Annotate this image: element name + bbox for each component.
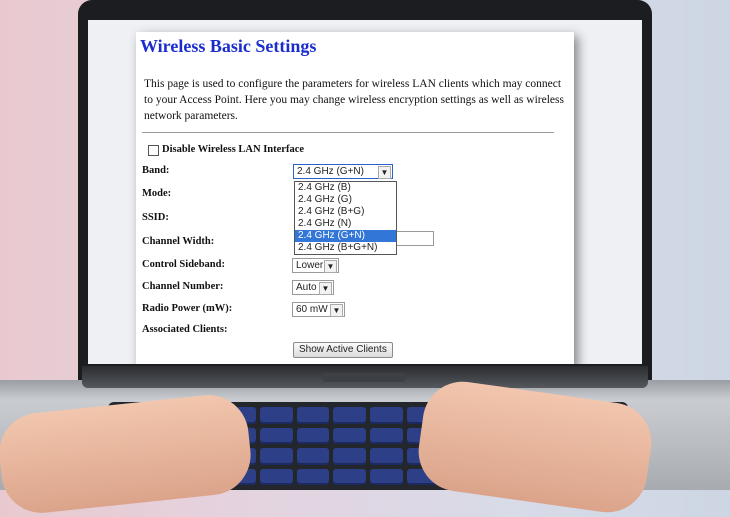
keyboard-key — [259, 407, 293, 424]
channel-width-label: Channel Width: — [142, 236, 215, 247]
keyboard-key — [259, 427, 293, 444]
band-select-value: 2.4 GHz (G+N) — [297, 166, 364, 177]
band-option[interactable]: 2.4 GHz (B) — [295, 182, 396, 194]
hinge-notch — [322, 373, 406, 382]
control-sideband-select[interactable]: Lower ▼ — [292, 258, 339, 273]
channel-number-label: Channel Number: — [142, 281, 224, 292]
band-option[interactable]: 2.4 GHz (B+G+N) — [295, 242, 396, 254]
radio-power-label: Radio Power (mW): — [142, 303, 233, 314]
ssid-input[interactable] — [394, 231, 434, 246]
keyboard-key — [333, 468, 366, 485]
chevron-down-icon: ▼ — [378, 166, 391, 179]
keyboard-key — [370, 427, 403, 444]
page-description: This page is used to configure the param… — [144, 78, 564, 122]
band-option[interactable]: 2.4 GHz (B+G) — [295, 206, 396, 218]
keyboard-key — [296, 468, 330, 485]
keyboard-key — [333, 427, 366, 444]
control-sideband-label: Control Sideband: — [142, 259, 225, 270]
keyboard-key — [333, 407, 366, 424]
show-active-clients-button[interactable]: Show Active Clients — [293, 342, 393, 358]
keyboard-key — [296, 407, 330, 424]
disable-wlan-checkbox[interactable] — [148, 145, 159, 156]
band-select[interactable]: 2.4 GHz (G+N) ▼ — [293, 164, 393, 179]
keyboard-key — [333, 448, 366, 465]
associated-clients-label: Associated Clients: — [142, 324, 228, 335]
page-title: Wireless Basic Settings — [140, 36, 317, 56]
chevron-down-icon: ▼ — [330, 304, 343, 317]
keyboard-key — [259, 468, 293, 485]
disable-wlan-label: Disable Wireless LAN Interface — [162, 144, 305, 155]
keyboard-key — [296, 448, 330, 465]
channel-number-value: Auto — [296, 282, 317, 293]
radio-power-value: 60 mW — [296, 304, 328, 315]
channel-number-select[interactable]: Auto ▼ — [292, 280, 334, 295]
keyboard-key — [370, 468, 403, 485]
radio-power-select[interactable]: 60 mW ▼ — [292, 302, 345, 317]
chevron-down-icon: ▼ — [324, 260, 337, 273]
keyboard-key — [296, 427, 330, 444]
keyboard-key — [370, 407, 403, 424]
mode-label: Mode: — [142, 188, 172, 199]
band-option[interactable]: 2.4 GHz (N) — [295, 218, 396, 230]
control-sideband-value: Lower — [296, 260, 324, 271]
band-option-selected[interactable]: 2.4 GHz (G+N) — [295, 230, 396, 242]
keyboard-key — [370, 448, 403, 465]
ssid-label: SSID: — [142, 212, 169, 223]
divider — [142, 132, 554, 133]
band-option[interactable]: 2.4 GHz (G) — [295, 194, 396, 206]
chevron-down-icon: ▼ — [319, 282, 332, 295]
band-dropdown-list: 2.4 GHz (B) 2.4 GHz (G) 2.4 GHz (B+G) 2.… — [294, 181, 397, 255]
screen: Wireless Basic Settings This page is use… — [88, 20, 642, 364]
settings-panel: Wireless Basic Settings This page is use… — [136, 32, 574, 364]
band-label: Band: — [142, 165, 170, 176]
keyboard-key — [259, 448, 293, 465]
